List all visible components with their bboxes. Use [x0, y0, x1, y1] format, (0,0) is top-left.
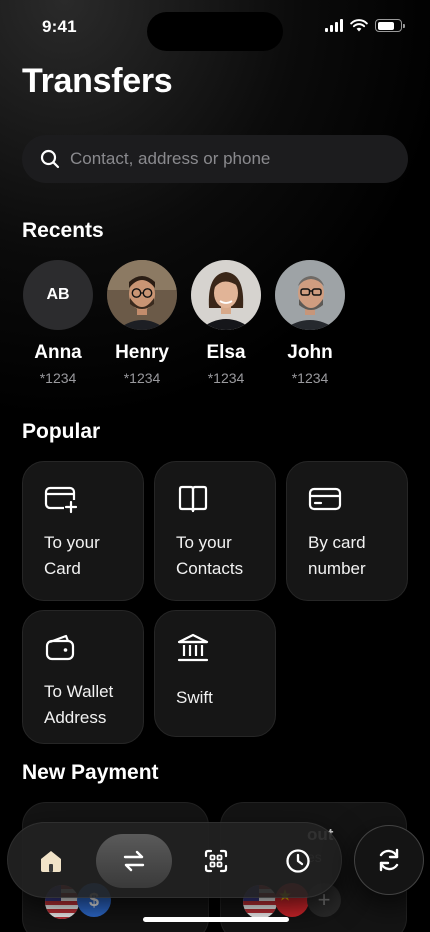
contact-account: *1234: [39, 370, 77, 386]
search-input[interactable]: [70, 149, 370, 169]
cellular-signal-icon: [325, 19, 343, 32]
refresh-icon: [379, 848, 399, 872]
contact-name: John: [287, 342, 333, 363]
tab-scan[interactable]: [189, 834, 243, 888]
contact-account: *1234: [291, 370, 329, 386]
contact-henry[interactable]: Henry *1234: [106, 260, 178, 386]
contact-anna[interactable]: AB Anna *1234: [22, 260, 94, 386]
contact-account: *1234: [207, 370, 245, 386]
avatar-photo: [107, 260, 177, 330]
scan-icon: [204, 849, 228, 873]
to-your-contacts-tile[interactable]: To your Contacts: [154, 461, 276, 601]
transfer-arrows-icon: [123, 850, 145, 872]
wifi-icon: [350, 19, 368, 32]
status-time: 9:41: [42, 17, 77, 36]
contact-name: Anna: [34, 342, 82, 363]
avatar: [107, 260, 177, 330]
home-icon: [41, 851, 61, 872]
tab-bar: [7, 822, 342, 898]
battery-icon: [375, 19, 405, 32]
popular-title: Popular: [22, 420, 101, 443]
contact-john[interactable]: John *1234: [274, 260, 346, 386]
book-icon: [178, 485, 208, 513]
contact-elsa[interactable]: Elsa *1234: [190, 260, 262, 386]
bank-icon: [177, 633, 209, 662]
to-wallet-address-tile[interactable]: To Wallet Address: [22, 610, 144, 744]
status-icons: [325, 19, 405, 32]
avatar: [275, 260, 345, 330]
tile-label: To your Contacts: [176, 533, 244, 578]
refresh-button[interactable]: [354, 825, 424, 895]
tile-label: By card number: [308, 533, 366, 578]
page-title: Transfers: [22, 62, 173, 100]
contact-name: Elsa: [206, 342, 246, 363]
wallet-icon: [45, 634, 75, 661]
tile-label: Swift: [176, 688, 213, 707]
avatar-photo: [191, 260, 261, 330]
contact-name: Henry: [115, 342, 169, 363]
tile-label: To Wallet Address: [44, 682, 114, 727]
credit-card-icon: [308, 487, 342, 511]
new-payment-title: New Payment: [22, 761, 159, 784]
recents-list: AB Anna *1234 Henry *1234 Elsa *1234 Joh…: [22, 260, 346, 386]
avatar-initials: AB: [46, 286, 70, 303]
clock-icon: [286, 849, 310, 873]
tab-home[interactable]: [24, 834, 78, 888]
search-bar[interactable]: [22, 135, 408, 183]
status-bar: 9:41: [0, 0, 430, 54]
contact-account: *1234: [123, 370, 161, 386]
recents-title: Recents: [22, 219, 104, 242]
by-card-number-tile[interactable]: By card number: [286, 461, 408, 601]
to-your-card-tile[interactable]: To your Card: [22, 461, 144, 601]
search-icon: [40, 149, 60, 169]
home-indicator: [143, 917, 289, 922]
tab-history[interactable]: [271, 834, 325, 888]
card-add-icon: [44, 486, 78, 514]
dynamic-island: [147, 12, 283, 51]
avatar: AB: [23, 260, 93, 330]
avatar-photo: [275, 260, 345, 330]
tab-transfers[interactable]: [96, 834, 172, 888]
swift-tile[interactable]: Swift: [154, 610, 276, 737]
avatar: [191, 260, 261, 330]
tile-label: To your Card: [44, 533, 100, 578]
